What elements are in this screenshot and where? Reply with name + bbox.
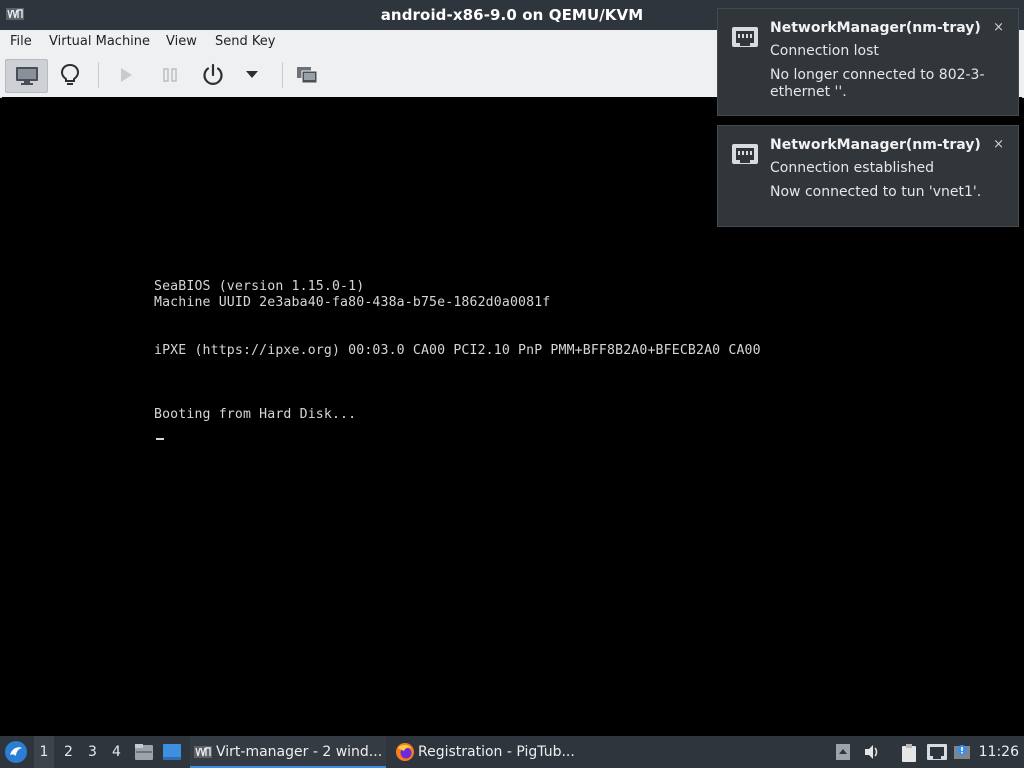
notification-connection-established[interactable]: NetworkManager(nm-tray) × Connection est… [717, 125, 1019, 227]
firefox-icon [396, 743, 414, 761]
task-label: Registration - PigTub... [418, 744, 575, 760]
notification-connection-lost[interactable]: NetworkManager(nm-tray) × Connection los… [717, 8, 1019, 116]
notification-title: NetworkManager(nm-tray) [770, 137, 981, 153]
screens-icon [297, 67, 318, 84]
console-line-ipxe: iPXE (https://ipxe.org) 00:03.0 CA00 PCI… [154, 343, 761, 358]
menu-virtual-machine[interactable]: Virtual Machine [49, 34, 150, 49]
shutdown-menu-button[interactable] [240, 59, 264, 91]
notification-title: NetworkManager(nm-tray) [770, 20, 981, 36]
tray-network[interactable] [926, 743, 948, 765]
lxqt-logo-icon [5, 741, 27, 763]
tray-volume[interactable] [863, 743, 881, 765]
task-firefox[interactable]: Registration - PigTub... [392, 736, 588, 768]
console-line-seabios: SeaBIOS (version 1.15.0-1) [154, 279, 365, 294]
play-icon [121, 68, 132, 82]
chevron-down-icon [246, 71, 258, 78]
close-icon[interactable]: × [993, 20, 1004, 35]
virt-manager-icon [194, 746, 212, 758]
details-view-button[interactable] [54, 59, 86, 91]
run-button[interactable] [110, 59, 142, 91]
folder-icon [135, 744, 153, 760]
fullscreen-button[interactable] [291, 59, 323, 91]
taskbar: 1 2 3 4 Virt-manager - 2 wind... Registr… [0, 736, 1024, 768]
task-label: Virt-manager - 2 wind... [216, 744, 383, 760]
monitor-icon [15, 67, 38, 85]
tray-hidden-icons-button[interactable] [835, 743, 851, 765]
notification-body: No longer connected to 802-3-ethernet ''… [770, 67, 985, 100]
file-manager-launcher[interactable] [134, 742, 154, 766]
desktop-icon [163, 744, 181, 760]
tray-clipboard[interactable] [899, 743, 919, 767]
menu-file[interactable]: File [10, 34, 32, 49]
notification-summary: Connection lost [770, 43, 879, 59]
console-view-button[interactable] [5, 59, 48, 93]
workspace-4[interactable]: 4 [112, 744, 121, 760]
network-wired-icon [732, 144, 758, 164]
console-cursor [156, 438, 164, 440]
console-line-booting: Booting from Hard Disk... [154, 407, 357, 422]
notification-body: Now connected to tun 'vnet1'. [770, 184, 982, 200]
power-icon [203, 63, 223, 85]
shutdown-button[interactable] [197, 59, 229, 91]
notification-summary: Connection established [770, 160, 934, 176]
start-menu-button[interactable] [4, 740, 28, 768]
pause-button[interactable] [154, 59, 186, 91]
menu-view[interactable]: View [166, 34, 197, 49]
toolbar-separator [282, 62, 283, 88]
task-virt-manager[interactable]: Virt-manager - 2 wind... [190, 736, 386, 768]
info-icon [954, 745, 970, 759]
speaker-icon [865, 745, 878, 759]
console-line-uuid: Machine UUID 2e3aba40-fa80-438a-b75e-186… [154, 295, 551, 310]
show-desktop-launcher[interactable] [162, 742, 182, 766]
pause-icon [163, 68, 177, 82]
lightbulb-icon [60, 63, 80, 85]
chevron-up-icon [836, 744, 850, 760]
toolbar-separator [98, 62, 99, 88]
workspace-1[interactable]: 1 [34, 736, 54, 768]
network-wired-icon [732, 27, 758, 47]
taskbar-clock[interactable]: 11:26 [979, 744, 1019, 760]
close-icon[interactable]: × [993, 137, 1004, 152]
network-wired-icon [927, 744, 947, 760]
tray-update-notifier[interactable] [953, 743, 971, 765]
workspace-3[interactable]: 3 [88, 744, 97, 760]
clipboard-icon [902, 744, 916, 762]
workspace-2[interactable]: 2 [64, 744, 73, 760]
menu-send-key[interactable]: Send Key [215, 34, 275, 49]
